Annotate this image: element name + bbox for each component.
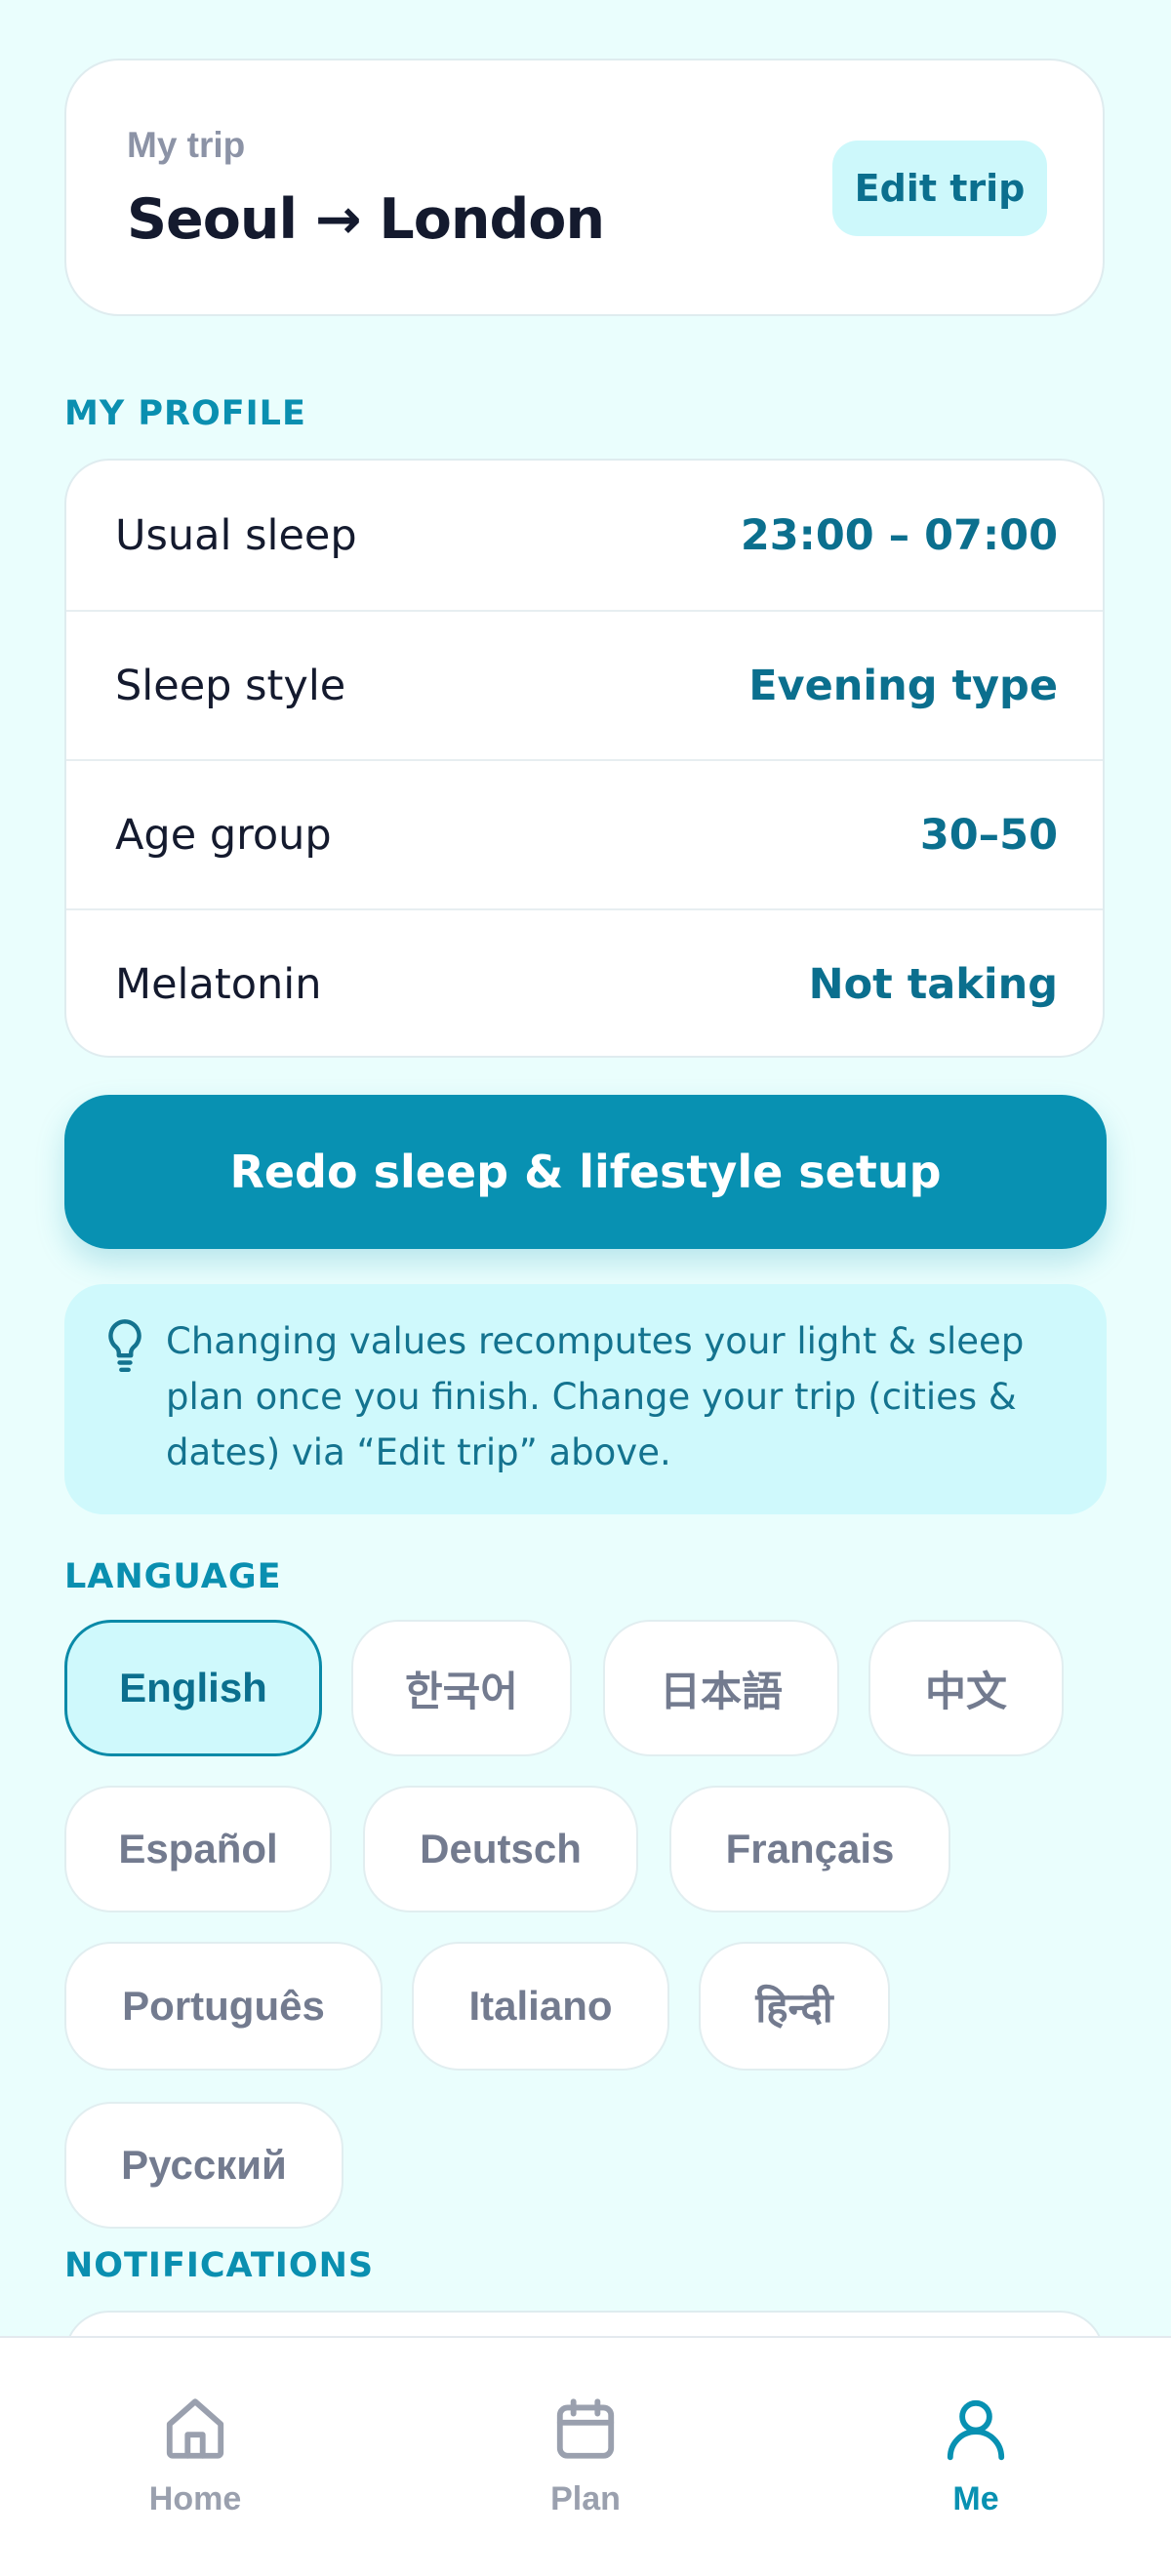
row-label: Age group xyxy=(115,810,332,860)
language-chip-german[interactable]: Deutsch xyxy=(363,1786,638,1912)
row-label: Usual sleep xyxy=(115,510,357,560)
trip-route: Seoul → London xyxy=(127,187,605,252)
info-box: Changing values recomputes your light & … xyxy=(64,1284,1107,1514)
row-value: 30–50 xyxy=(919,810,1058,860)
nav-label-plan: Plan xyxy=(550,2480,621,2517)
row-value: Not taking xyxy=(808,959,1058,1009)
lightbulb-icon xyxy=(108,1319,141,1373)
info-text: Changing values recomputes your light & … xyxy=(166,1320,1025,1473)
settings-screen: My trip Seoul → London Edit trip MY PROF… xyxy=(0,0,1171,2576)
notifications-section-title: NOTIFICATIONS xyxy=(64,2246,375,2285)
redo-setup-button[interactable]: Redo sleep & lifestyle setup xyxy=(64,1095,1107,1249)
edit-trip-button[interactable]: Edit trip xyxy=(832,141,1047,236)
language-chip-korean[interactable]: 한국어 xyxy=(351,1620,572,1756)
profile-row-sleep-style[interactable]: Sleep style Evening type xyxy=(66,610,1103,759)
nav-label-me: Me xyxy=(952,2480,999,2517)
profile-list: Usual sleep 23:00 – 07:00 Sleep style Ev… xyxy=(64,459,1105,1058)
row-value: 23:00 – 07:00 xyxy=(740,510,1058,560)
profile-row-age-group[interactable]: Age group 30–50 xyxy=(66,759,1103,908)
nav-item-me[interactable]: Me xyxy=(859,2338,1093,2576)
language-chip-chinese[interactable]: 中文 xyxy=(868,1620,1064,1756)
language-chip-italian[interactable]: Italiano xyxy=(412,1942,669,2071)
language-section-title: LANGUAGE xyxy=(64,1557,282,1596)
home-icon xyxy=(166,2398,224,2459)
language-chip-hindi[interactable]: हिन्दी xyxy=(699,1942,890,2071)
language-chip-english[interactable]: English xyxy=(64,1620,322,1756)
trip-label: My trip xyxy=(127,125,246,165)
nav-label-home: Home xyxy=(148,2480,242,2517)
language-chip-french[interactable]: Français xyxy=(669,1786,950,1912)
language-chip-japanese[interactable]: 日本語 xyxy=(603,1620,839,1756)
profile-section-title: MY PROFILE xyxy=(64,394,306,433)
language-chip-portuguese[interactable]: Português xyxy=(64,1942,383,2071)
calendar-icon xyxy=(556,2398,615,2459)
trip-card: My trip Seoul → London Edit trip xyxy=(64,59,1105,316)
nav-item-plan[interactable]: Plan xyxy=(468,2338,703,2576)
profile-row-usual-sleep[interactable]: Usual sleep 23:00 – 07:00 xyxy=(66,461,1103,610)
bottom-nav: Home Plan Me xyxy=(0,2336,1171,2576)
row-value: Evening type xyxy=(748,661,1058,710)
row-label: Melatonin xyxy=(115,959,322,1009)
language-chip-russian[interactable]: Русский xyxy=(64,2102,343,2229)
user-icon xyxy=(947,2399,1005,2461)
language-chip-spanish[interactable]: Español xyxy=(64,1786,332,1912)
profile-row-melatonin[interactable]: Melatonin Not taking xyxy=(66,908,1103,1056)
row-label: Sleep style xyxy=(115,661,346,710)
nav-item-home[interactable]: Home xyxy=(78,2338,312,2576)
